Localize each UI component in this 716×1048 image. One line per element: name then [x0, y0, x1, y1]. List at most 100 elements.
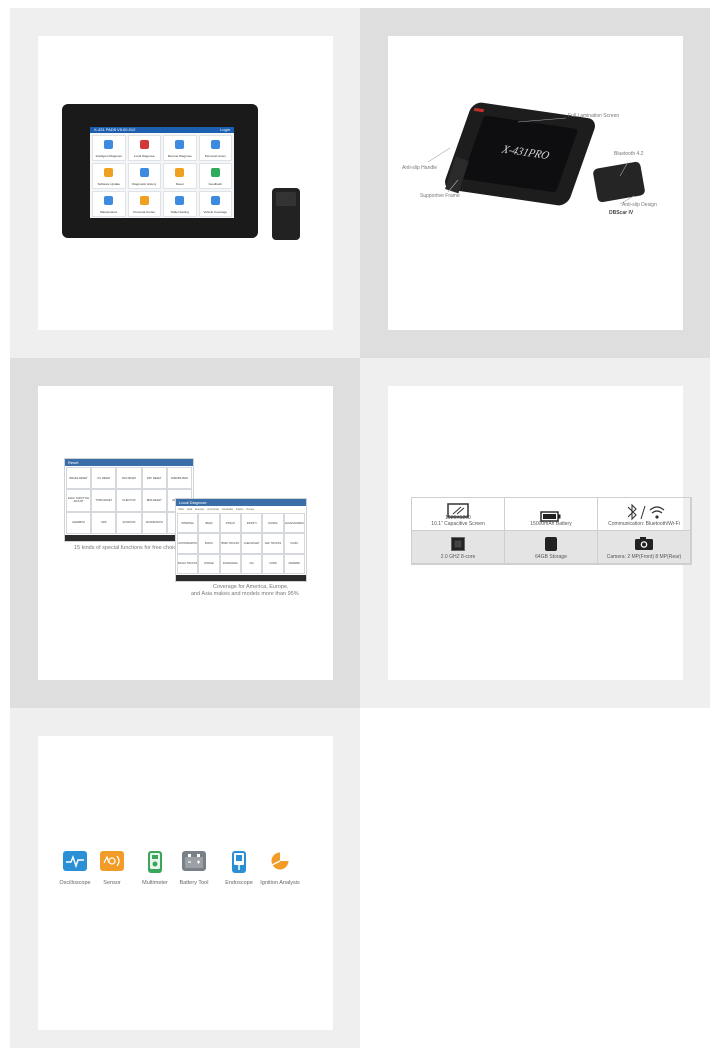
vehicle-make-item[interactable]: DTRAO	[219, 513, 241, 534]
app-tile[interactable]: Remote Diagnose	[163, 135, 197, 161]
reset-function-item[interactable]: OIL RESET	[91, 467, 117, 490]
tablet-screen-login: Login	[220, 127, 230, 132]
vehicle-make-item[interactable]: BAJAJ TRUCKS	[177, 553, 199, 574]
multimeter-icon[interactable]	[148, 851, 162, 873]
reset-function-item[interactable]: SUNROOF	[116, 511, 142, 534]
local-diagnose-navbar	[176, 575, 306, 581]
vehicle-make-item[interactable]: KIA	[241, 553, 263, 574]
tablet-status-bar: X-431 PAD5 V5.00.012 Login	[90, 127, 234, 133]
caption-coverage-2: and Asia makes and models more than 95%	[191, 591, 299, 597]
screen-icon	[447, 503, 469, 523]
vehicle-make-item[interactable]: HONDA	[262, 513, 284, 534]
reset-function-item[interactable]: DPF RESET	[141, 467, 167, 490]
vehicle-make-item[interactable]: INFINITI	[241, 513, 263, 534]
maintenance-icon	[104, 196, 114, 205]
vehicle-make-item[interactable]: DAF TRUCKS	[262, 533, 284, 554]
reset-function-item[interactable]: SAS RESET	[116, 467, 142, 490]
vehicle-make-item[interactable]: ASTONMARTIN	[177, 533, 199, 554]
reset-function-item[interactable]: TPMS RESET	[91, 489, 117, 512]
app-tile-label: Maintenance	[100, 210, 118, 214]
tablet-icon	[175, 196, 185, 205]
local-diagnose-tab[interactable]: Japan	[236, 507, 244, 512]
reset-function-item[interactable]: GEARBOX	[66, 511, 92, 534]
callout-lamination: Full Lamination Screen	[568, 113, 620, 119]
app-tile[interactable]: Personal Center	[127, 191, 161, 217]
local-diagnose-tab[interactable]: Korea	[246, 507, 253, 512]
spec-cell: Communication: Bluetooth/Wi-Fi	[598, 498, 691, 531]
battery-icon	[540, 510, 562, 528]
app-tile-label: Personal Center	[133, 210, 156, 214]
reset-function-item[interactable]: BRAKE RESET	[66, 467, 92, 490]
spec-cell: Camera: 2 MP(Front) 8 MP(Rear)	[598, 531, 691, 564]
local-diagnose-tabs: USA Asia Europe Americas Australia Japan Korea	[178, 507, 254, 512]
reset-function-item[interactable]: IMMOBILIZER	[166, 467, 192, 490]
local-diagnose-tab[interactable]: Europe	[195, 507, 204, 512]
endoscope-icon[interactable]	[232, 851, 246, 873]
vehicle-make-item[interactable]: ISUZU	[283, 533, 305, 554]
vehicle-make-item[interactable]: ACCESSORIES	[283, 513, 305, 534]
local-diagnose-tab[interactable]: Australia	[222, 507, 233, 512]
vehicle-make-item[interactable]: FERRARI	[283, 553, 305, 574]
app-tile[interactable]: Tablet Setting	[163, 191, 197, 217]
monitor-icon	[175, 140, 185, 149]
local-diagnose-tab[interactable]: USA	[178, 507, 184, 512]
vehicle-make-item[interactable]: BENZ	[198, 513, 220, 534]
app-tile[interactable]: Maintenance	[92, 191, 126, 217]
tile-toolbox[interactable]	[10, 708, 360, 1048]
cpu-icon	[450, 536, 466, 557]
vehicle-make-item[interactable]: FORD	[262, 553, 284, 574]
tablet-screen: X-431 PAD5 V5.00.012 Login Intelligent D…	[90, 127, 234, 218]
coverage-icon	[210, 196, 220, 205]
reset-screen-navbar	[65, 535, 193, 541]
local-diagnose-tab[interactable]: Asia	[187, 507, 192, 512]
app-tile-label: Feedback	[208, 182, 222, 186]
reset-icon	[175, 168, 185, 177]
spec-cell: 64GB Storage	[505, 531, 598, 564]
reset-function-item[interactable]: ELEC THROTTLE ADJUST	[66, 489, 92, 512]
sensor-icon[interactable]	[100, 851, 124, 871]
car-icon	[139, 140, 149, 149]
ignition-icon[interactable]	[268, 851, 292, 871]
wireless-icon	[622, 503, 666, 526]
app-tile[interactable]: Vehicle Coverage	[198, 191, 232, 217]
callout-frame: Supportive Frame	[420, 193, 460, 199]
storage-icon	[544, 536, 558, 557]
vehicle-make-item[interactable]: DODGE	[198, 553, 220, 574]
app-tile[interactable]: Reset	[163, 163, 197, 189]
app-grid: Intelligent Diagnose Local Diagnose Remote…	[92, 135, 232, 217]
user-icon	[139, 196, 149, 205]
app-tile-label: Vehicle Coverage	[203, 210, 227, 214]
vehicle-make-item[interactable]: DONGFENG	[219, 553, 241, 574]
reset-function-item[interactable]: INJECTOR	[116, 489, 142, 512]
local-diagnose-screen: Local Diagnose USA Asia Europe Americas Aust…	[175, 498, 307, 582]
app-tile[interactable]: Personal center	[198, 135, 232, 161]
reset-function-item[interactable]: SUSPENSION	[141, 511, 167, 534]
reset-screen-header: Reset	[65, 459, 193, 466]
cloud-icon	[104, 140, 114, 149]
callout-dongle: DBScar IV	[609, 210, 634, 216]
app-tile-label: Intelligent Diagnose	[95, 154, 122, 158]
reset-function-item[interactable]: SRS	[91, 511, 117, 534]
app-tile[interactable]: Intelligent Diagnose	[92, 135, 126, 161]
vehicle-make-item[interactable]: INTERNAL	[177, 513, 199, 534]
vehicle-make-item[interactable]: CHEVROLET	[241, 533, 263, 554]
vehicle-make-item[interactable]: BMW TRUCKS	[219, 533, 241, 554]
reset-function-item[interactable]: BMS RESET	[141, 489, 167, 512]
app-tile[interactable]: Local Diagnose	[127, 135, 161, 161]
app-tile[interactable]: Feedback	[198, 163, 232, 189]
spec-cell: 15000mAh Battery	[505, 498, 598, 531]
spec-cell: 1920X1200 10.1" Capacitive Screen	[412, 498, 505, 531]
caption-coverage-1: Coverage for America, Europe,	[213, 584, 289, 590]
feedback-icon	[210, 168, 220, 177]
local-diagnose-tab[interactable]: Americas	[207, 507, 219, 512]
oscilloscope-icon[interactable]	[63, 851, 87, 871]
app-tile[interactable]: Software Update	[92, 163, 126, 189]
battery-tool-icon[interactable]	[182, 851, 206, 871]
app-tile-label: Reset	[175, 182, 184, 186]
app-tile[interactable]: Diagnostic History	[127, 163, 161, 189]
spec-table: 1920X1200 10.1" Capacitive Screen 15000mAh…	[411, 497, 692, 565]
tablet-screen-title: X-431 PAD5 V5.00.012	[94, 127, 136, 132]
local-diagnose-header: Local Diagnose	[176, 499, 306, 506]
tablet-device: X-431 PAD5 V5.00.012 Login Intelligent D…	[62, 104, 258, 238]
vehicle-make-item[interactable]: BUICK	[198, 533, 220, 554]
